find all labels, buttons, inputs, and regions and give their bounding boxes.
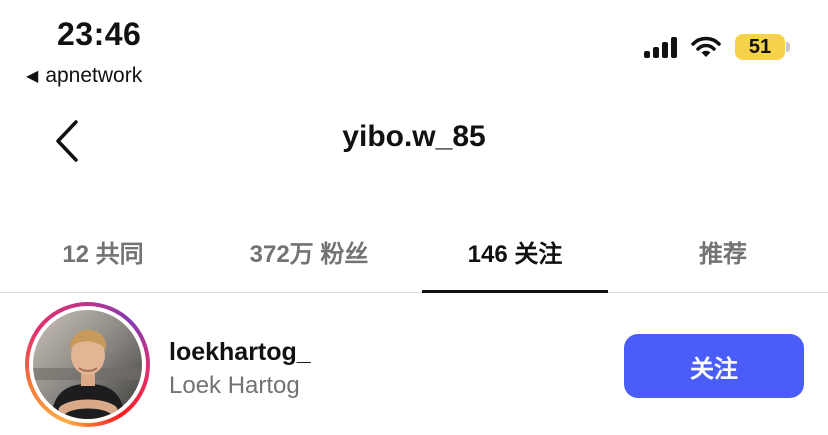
tab-following[interactable]: 146 关注 xyxy=(412,218,618,292)
back-app-label: apnetwork xyxy=(45,64,143,87)
wifi-icon xyxy=(691,36,721,57)
story-ring[interactable] xyxy=(25,302,150,427)
tab-suggested[interactable]: 推荐 xyxy=(618,218,828,292)
list-item[interactable]: loekhartog_ Loek Hartog 关注 xyxy=(0,292,828,435)
username[interactable]: loekhartog_ xyxy=(169,338,311,367)
follow-button[interactable]: 关注 xyxy=(624,334,804,398)
cellular-signal-icon xyxy=(644,36,677,58)
battery-level: 51 xyxy=(735,34,785,60)
full-name: Loek Hartog xyxy=(169,372,300,399)
tab-mutual[interactable]: 12 共同 xyxy=(0,218,206,292)
follow-tabs: 12 共同 372万 粉丝 146 关注 推荐 xyxy=(0,218,828,293)
avatar xyxy=(33,310,142,419)
page-title: yibo.w_85 xyxy=(342,120,486,153)
back-triangle-icon: ◀ xyxy=(26,68,39,85)
status-indicators: 51 xyxy=(644,34,790,60)
status-time: 23:46 xyxy=(57,16,142,52)
back-to-app-link[interactable]: ◀ apnetwork xyxy=(26,64,142,88)
tab-followers[interactable]: 372万 粉丝 xyxy=(206,218,412,292)
battery-icon: 51 xyxy=(735,34,790,60)
